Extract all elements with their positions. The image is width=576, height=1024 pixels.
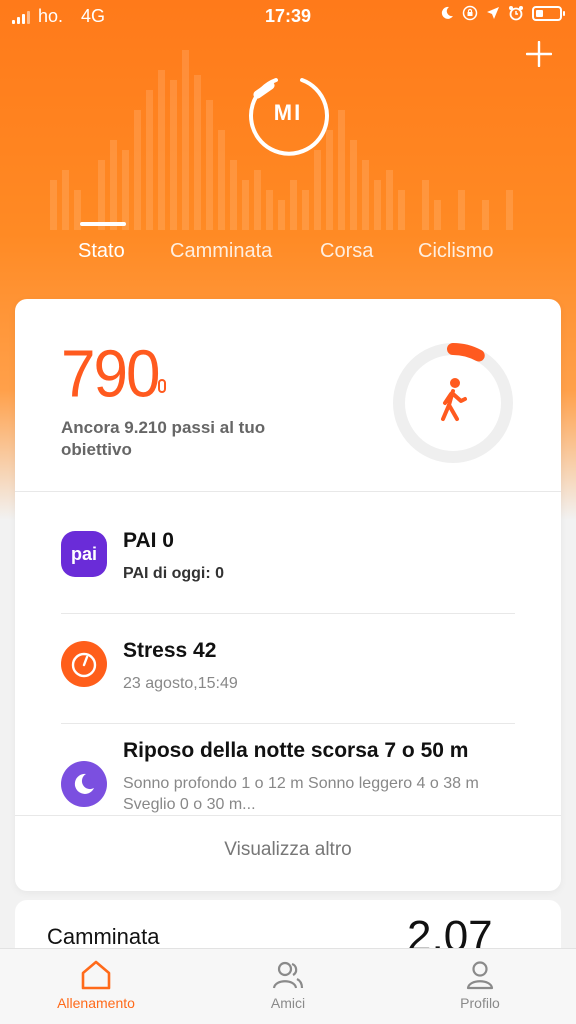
moon-sleep-icon: z <box>61 761 107 807</box>
pai-subtitle: PAI di oggi: 0 <box>123 565 225 582</box>
pai-icon: pai <box>61 531 107 577</box>
alarm-icon <box>509 6 523 21</box>
view-more-button[interactable]: Visualizza altro <box>15 839 561 861</box>
pai-icon-text: pai <box>70 543 97 564</box>
tab-stato[interactable]: Stato <box>78 240 125 263</box>
summary-card[interactable]: 790 Ancora 9.210 passi al tuo obiettivo … <box>15 299 561 891</box>
profile-icon <box>466 961 494 990</box>
stress-subtitle: 23 agosto,15:49 <box>123 675 238 692</box>
divider <box>61 723 515 724</box>
nav-label-allenamento: Allenamento <box>57 995 135 1011</box>
nav-profilo[interactable]: Profilo <box>410 959 550 1011</box>
home-icon <box>81 960 111 990</box>
divider <box>15 815 561 816</box>
logo-text: MI <box>273 100 303 125</box>
tab-ciclismo[interactable]: Ciclismo <box>418 240 494 263</box>
nav-allenamento[interactable]: Allenamento <box>26 959 166 1011</box>
sleep-title: Riposo della notte scorsa 7 o 50 m <box>123 739 469 762</box>
sleep-subtitle: Sonno profondo 1 o 12 m Sonno leggero 4 … <box>123 775 479 813</box>
status-bar: ho. 4G 17:39 <box>0 0 576 32</box>
steps-progress-ring <box>393 343 513 463</box>
plus-icon <box>525 40 553 68</box>
walking-card-title: Camminata <box>47 924 160 949</box>
steps-remaining-text: Ancora 9.210 passi al tuo obiettivo <box>61 418 266 459</box>
lock-rotation-icon <box>462 5 478 21</box>
nav-label-profilo: Profilo <box>460 995 500 1011</box>
tab-corsa[interactable]: Corsa <box>320 240 373 263</box>
svg-text:z: z <box>87 775 92 785</box>
tab-active-indicator <box>80 222 126 226</box>
moon-icon <box>441 6 453 19</box>
walking-person-icon <box>441 378 467 421</box>
battery-icon <box>532 5 565 21</box>
stress-title: Stress 42 <box>123 639 217 662</box>
friends-icon <box>272 961 304 989</box>
steps-unit-icon <box>158 379 166 393</box>
add-button[interactable] <box>524 40 554 70</box>
tab-camminata[interactable]: Camminata <box>170 240 272 263</box>
divider <box>15 491 561 492</box>
bottom-nav: Allenamento Amici Profilo <box>0 948 576 1024</box>
gauge-icon <box>61 641 107 687</box>
pai-title: PAI 0 <box>123 529 174 552</box>
nav-label-amici: Amici <box>270 995 306 1011</box>
status-right <box>440 5 565 21</box>
location-icon <box>487 7 499 19</box>
steps-count: 790 <box>61 337 160 412</box>
divider <box>61 613 515 614</box>
tab-bar: Stato Camminata Corsa Ciclismo <box>0 240 576 270</box>
nav-amici[interactable]: Amici <box>218 959 358 1011</box>
